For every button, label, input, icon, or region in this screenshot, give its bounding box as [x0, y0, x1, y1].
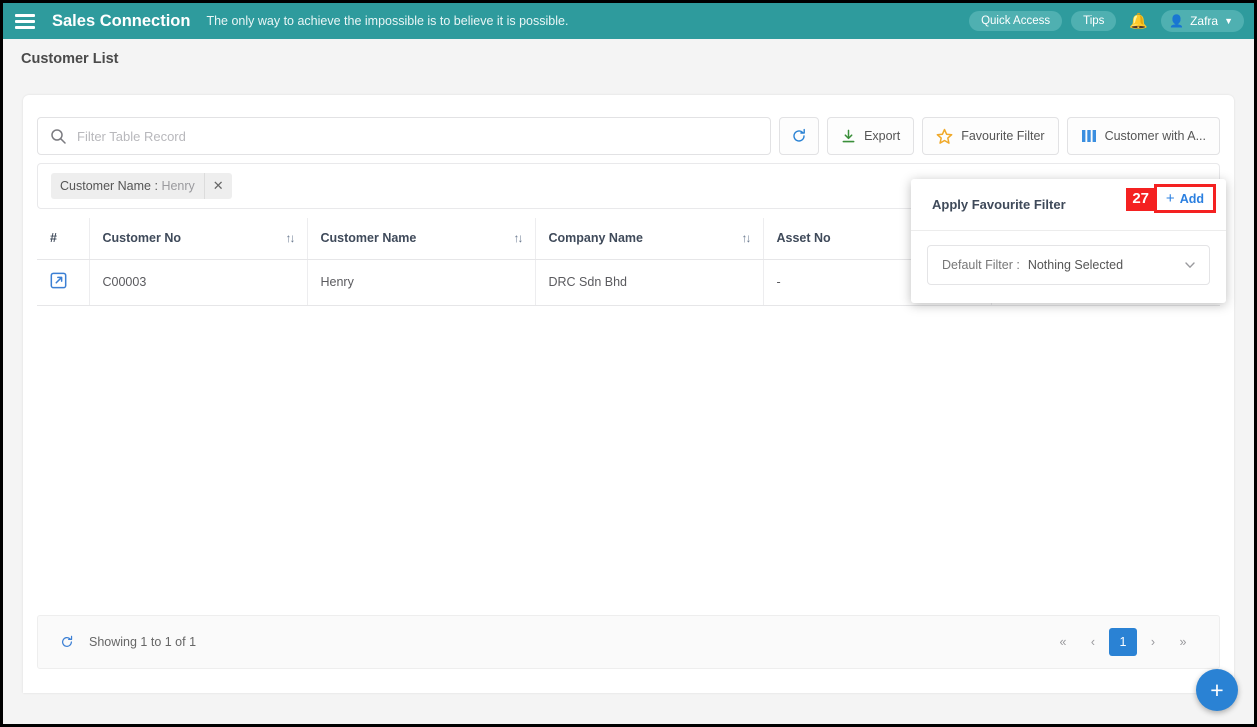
- refresh-icon: [791, 128, 807, 144]
- export-button-label: Export: [864, 129, 901, 143]
- top-navigation-actions: Quick Access Tips 🔔 👤 Zafra ▼: [969, 10, 1244, 32]
- refresh-icon[interactable]: [60, 635, 74, 649]
- annotation-step-badge: 27: [1126, 188, 1155, 211]
- row-open-cell[interactable]: [37, 259, 90, 306]
- user-name-label: Zafra: [1190, 14, 1219, 28]
- column-chooser-button[interactable]: Customer with A...: [1066, 117, 1220, 155]
- plus-icon: +: [1210, 676, 1224, 703]
- filter-chip[interactable]: Customer Name : Henry ✕: [51, 173, 232, 199]
- chevron-down-icon: [1183, 258, 1197, 272]
- sort-updown-icon[interactable]: ↑↓: [286, 231, 296, 245]
- close-icon[interactable]: ✕: [203, 173, 232, 199]
- filter-chip-field: Customer Name: [60, 179, 151, 193]
- column-header-asset-no-label: Asset No: [776, 231, 831, 246]
- download-icon: [841, 129, 856, 144]
- filter-chip-separator: :: [154, 179, 158, 193]
- pagination-prev[interactable]: ‹: [1079, 628, 1107, 656]
- add-record-fab[interactable]: +: [1196, 669, 1238, 711]
- export-button[interactable]: Export: [827, 117, 915, 155]
- pagination-last[interactable]: »: [1169, 628, 1197, 656]
- star-icon: [936, 128, 953, 145]
- column-header-index-label: #: [50, 231, 57, 246]
- quick-access-button[interactable]: Quick Access: [969, 11, 1063, 31]
- app-tagline: The only way to achieve the impossible i…: [206, 14, 569, 28]
- pagination-page-1[interactable]: 1: [1109, 628, 1137, 656]
- cell-customer-name: Henry: [307, 259, 536, 306]
- column-header-customer-no-label: Customer No: [102, 231, 181, 246]
- top-navigation-bar: Sales Connection The only way to achieve…: [3, 3, 1254, 39]
- hamburger-icon[interactable]: [15, 13, 35, 29]
- add-favourite-filter-label: Add: [1179, 191, 1204, 206]
- columns-icon: [1081, 128, 1097, 144]
- cell-company-name: DRC Sdn Bhd: [535, 259, 764, 306]
- column-header-index: #: [37, 218, 90, 260]
- bell-icon[interactable]: 🔔: [1125, 14, 1152, 29]
- sort-updown-icon[interactable]: ↑↓: [742, 231, 752, 245]
- add-favourite-filter-button[interactable]: + Add: [1153, 184, 1216, 213]
- favourite-filter-dropdown: Apply Favourite Filter 27 + Add Default …: [911, 179, 1226, 303]
- table-footer-left: Showing 1 to 1 of 1: [60, 635, 196, 649]
- table-toolbar: Export Favourite Filter: [37, 117, 1220, 155]
- favourite-filter-dropdown-body: Default Filter : Nothing Selected: [911, 231, 1226, 303]
- column-header-company-name-label: Company Name: [548, 231, 643, 246]
- search-input[interactable]: [77, 128, 759, 144]
- plus-icon: +: [1165, 190, 1175, 207]
- favourite-filter-dropdown-title: Apply Favourite Filter: [932, 197, 1066, 212]
- showing-count-label: Showing 1 to 1 of 1: [89, 635, 197, 649]
- page-title: Customer List: [21, 50, 119, 67]
- chevron-down-icon: ▼: [1224, 16, 1233, 26]
- search-icon: [50, 128, 66, 144]
- column-header-company-name[interactable]: Company Name ↑↓: [535, 218, 764, 260]
- pagination-first[interactable]: «: [1049, 628, 1077, 656]
- pagination-next[interactable]: ›: [1139, 628, 1167, 656]
- refresh-button[interactable]: [779, 117, 820, 155]
- user-menu-button[interactable]: 👤 Zafra ▼: [1161, 10, 1244, 32]
- column-header-customer-no[interactable]: Customer No ↑↓: [89, 218, 308, 260]
- cell-customer-no: C00003: [89, 259, 308, 306]
- page-title-bar: Customer List: [3, 39, 1254, 78]
- favourite-filter-button-label: Favourite Filter: [961, 129, 1045, 143]
- pagination: « ‹ 1 › »: [1049, 628, 1197, 656]
- tips-button[interactable]: Tips: [1071, 11, 1117, 31]
- app-brand-title: Sales Connection: [52, 11, 191, 30]
- filter-chip-text: Customer Name : Henry: [51, 179, 204, 193]
- search-box[interactable]: [37, 117, 772, 155]
- default-filter-value: Nothing Selected: [1027, 258, 1124, 272]
- column-chooser-button-label: Customer with A...: [1104, 129, 1206, 143]
- external-link-icon[interactable]: [50, 272, 67, 289]
- column-header-customer-name[interactable]: Customer Name ↑↓: [307, 218, 536, 260]
- filter-chip-value: Henry: [161, 179, 195, 193]
- default-filter-label: Default Filter :: [942, 258, 1020, 272]
- favourite-filter-dropdown-header: Apply Favourite Filter 27 + Add: [911, 179, 1226, 231]
- sort-updown-icon[interactable]: ↑↓: [514, 231, 524, 245]
- column-header-customer-name-label: Customer Name: [320, 231, 417, 246]
- avatar-icon: 👤: [1169, 14, 1185, 28]
- favourite-filter-button[interactable]: Favourite Filter: [922, 117, 1059, 155]
- default-filter-select[interactable]: Default Filter : Nothing Selected: [927, 245, 1210, 285]
- table-footer: Showing 1 to 1 of 1 « ‹ 1 › »: [37, 615, 1220, 669]
- app-root: Sales Connection The only way to achieve…: [0, 0, 1257, 727]
